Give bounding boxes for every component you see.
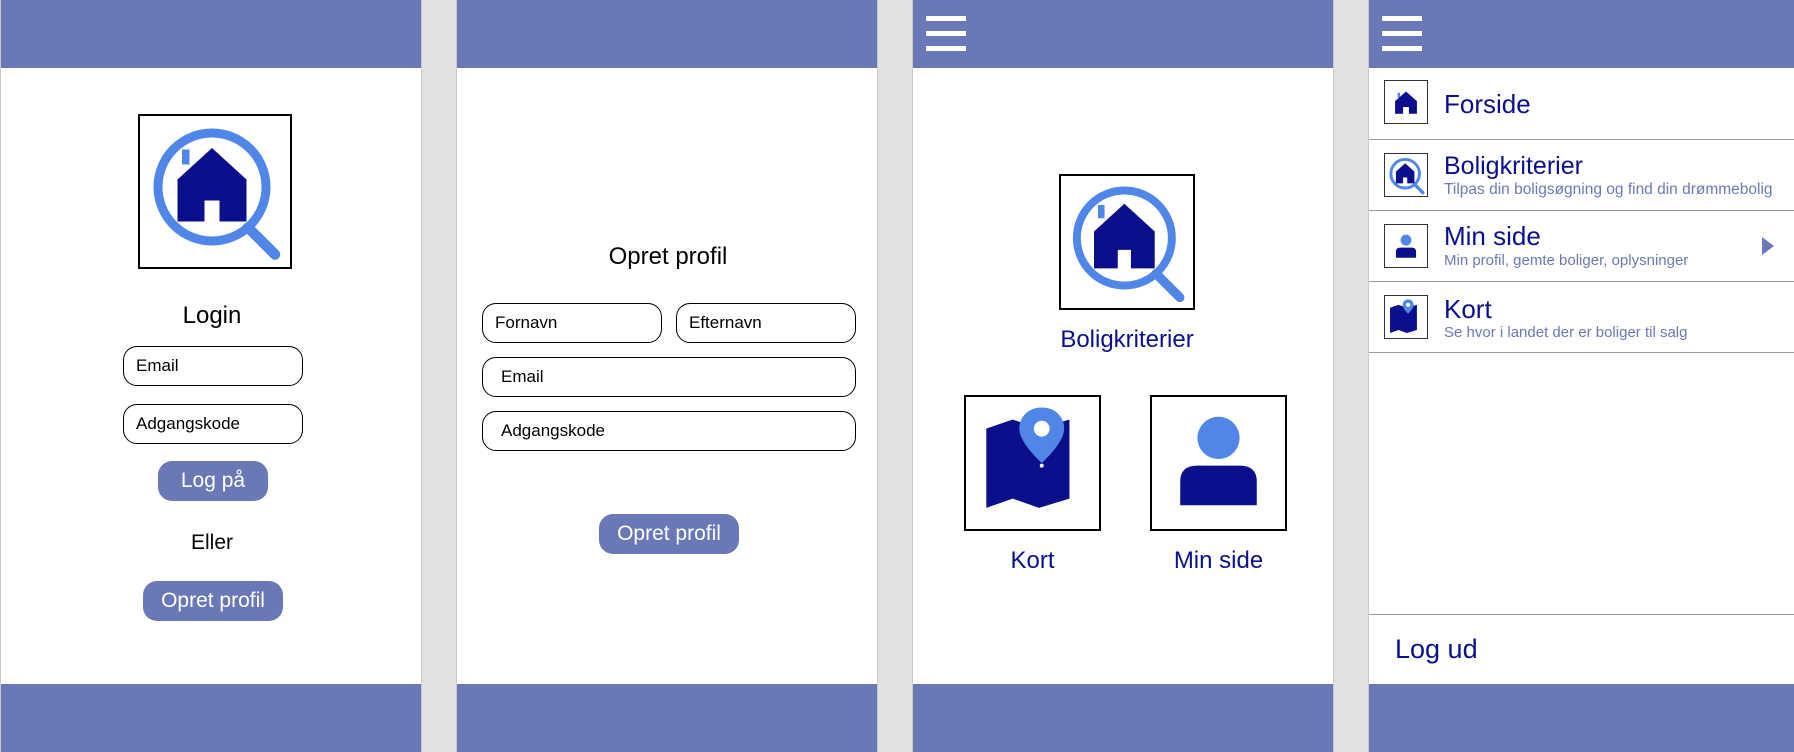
top-bar xyxy=(457,0,877,68)
lastname-field[interactable] xyxy=(676,303,856,343)
bottom-bar xyxy=(913,684,1333,752)
submit-profile-button[interactable]: Opret profil xyxy=(599,514,739,554)
bottom-bar xyxy=(1,684,421,752)
login-title: Login xyxy=(182,302,242,329)
menu-screen: Forside Boligkriterier Tilpas din boligs… xyxy=(1368,0,1794,752)
menu-item-forside[interactable]: Forside xyxy=(1369,69,1794,140)
password-field[interactable] xyxy=(482,411,856,451)
profile-label[interactable]: Min side xyxy=(1123,547,1314,575)
login-button[interactable]: Log på xyxy=(158,461,268,501)
house-search-icon xyxy=(1384,153,1428,197)
menu-item-kort[interactable]: Kort Se hvor i landet der er boliger til… xyxy=(1369,282,1794,353)
map-icon xyxy=(986,407,1070,508)
menu-item-title: Kort xyxy=(1444,294,1492,324)
top-bar xyxy=(1369,0,1794,68)
menu-item-subtitle: Tilpas din boligsøgning og find din drøm… xyxy=(1444,181,1773,198)
bottom-bar xyxy=(457,684,877,752)
house-icon xyxy=(1384,80,1428,124)
password-field[interactable] xyxy=(123,404,303,444)
map-tile[interactable] xyxy=(964,395,1101,531)
menu-divider xyxy=(1369,614,1794,615)
top-bar xyxy=(1,0,421,68)
criteria-label[interactable]: Boligkriterier xyxy=(1013,326,1241,354)
logout-link[interactable]: Log ud xyxy=(1395,634,1478,665)
app-logo xyxy=(138,114,292,269)
person-icon xyxy=(1384,224,1428,268)
map-icon xyxy=(1384,295,1428,339)
hamburger-menu-icon[interactable] xyxy=(926,16,966,52)
create-profile-screen: Opret profil Opret profil xyxy=(456,0,878,752)
menu-item-title: Min side xyxy=(1444,221,1541,251)
menu-item-subtitle: Min profil, gemte boliger, oplysninger xyxy=(1444,252,1689,269)
profile-tile[interactable] xyxy=(1150,395,1287,531)
top-bar xyxy=(913,0,1333,68)
email-field[interactable] xyxy=(123,346,303,386)
firstname-field[interactable] xyxy=(482,303,662,343)
email-field[interactable] xyxy=(482,357,856,397)
house-search-icon xyxy=(1072,186,1185,303)
bottom-bar xyxy=(1369,684,1794,752)
criteria-tile[interactable] xyxy=(1059,174,1195,310)
or-text: Eller xyxy=(190,531,233,554)
person-icon xyxy=(1180,416,1257,506)
create-profile-title: Opret profil xyxy=(608,243,728,270)
house-search-logo-icon xyxy=(153,128,281,260)
menu-item-title: Forside xyxy=(1444,89,1531,119)
menu-item-boligkriterier[interactable]: Boligkriterier Tilpas din boligsøgning o… xyxy=(1369,140,1794,211)
home-screen: Boligkriterier Kort Min side xyxy=(912,0,1334,752)
login-screen: Login Log på Eller Opret profil xyxy=(0,0,422,752)
chevron-right-icon xyxy=(1762,237,1774,255)
menu-item-min-side[interactable]: Min side Min profil, gemte boliger, oply… xyxy=(1369,211,1794,282)
hamburger-menu-icon[interactable] xyxy=(1382,16,1422,52)
create-profile-button[interactable]: Opret profil xyxy=(143,581,283,621)
menu-item-subtitle: Se hvor i landet der er boliger til salg xyxy=(1444,324,1688,341)
menu-item-title: Boligkriterier xyxy=(1444,152,1583,180)
map-label[interactable]: Kort xyxy=(964,547,1101,575)
